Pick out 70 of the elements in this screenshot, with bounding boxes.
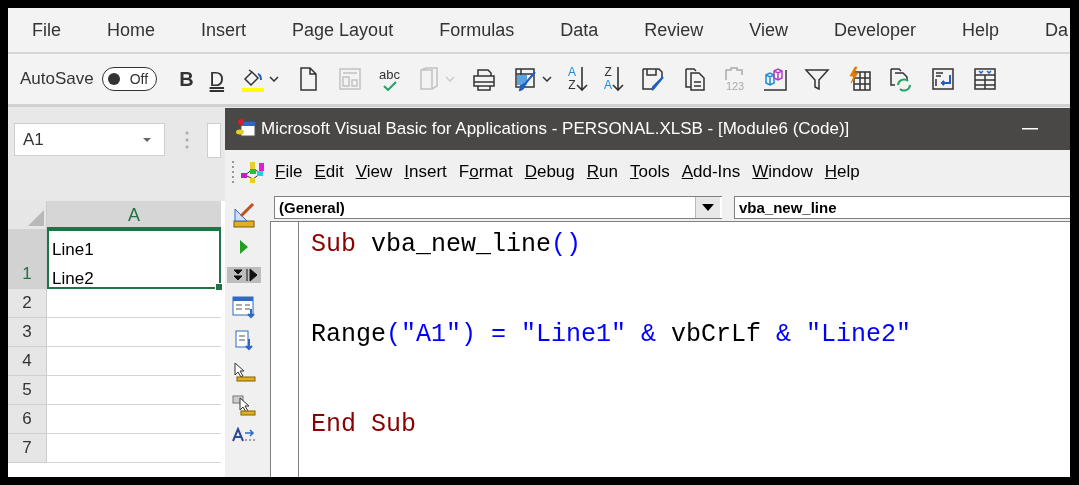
- run-icon[interactable]: [237, 239, 250, 255]
- autosave-label: AutoSave: [20, 69, 94, 89]
- printer-icon: [471, 66, 498, 92]
- code-line: Range("A1") = "Line1" & vbCrLf & "Line2": [311, 320, 912, 351]
- indent-arrow-icon[interactable]: [230, 427, 257, 443]
- dropdown-arrow-icon: [702, 203, 714, 211]
- row-header[interactable]: 6: [8, 405, 47, 434]
- ribbon-tab[interactable]: Formulas: [439, 19, 515, 41]
- design-ruler-icon[interactable]: [230, 201, 257, 229]
- bold-tool-button[interactable]: B: [171, 61, 202, 97]
- ribbon-tab[interactable]: Developer: [833, 19, 916, 41]
- check-mark-icon: [380, 80, 399, 91]
- ribbon-tab[interactable]: Help: [962, 19, 999, 41]
- ribbon-tab[interactable]: Home: [107, 19, 156, 41]
- caret-icon: [142, 136, 152, 143]
- ribbon-tab[interactable]: View: [749, 19, 788, 41]
- paint-bucket-icon: [240, 66, 267, 92]
- menu-item[interactable]: Tools: [630, 161, 670, 182]
- ribbon-tab[interactable]: Review: [644, 19, 704, 41]
- menu-item[interactable]: Help: [824, 161, 860, 182]
- table-icon: [972, 66, 999, 92]
- menu-item[interactable]: File: [275, 161, 303, 182]
- row-header[interactable]: 5: [8, 376, 47, 405]
- object-dropdown[interactable]: (General): [274, 195, 722, 219]
- ribbon-tab[interactable]: Data: [560, 19, 599, 41]
- pointer-ruler-icon[interactable]: [230, 393, 257, 417]
- corner-triangle-icon: [28, 210, 44, 226]
- row-header[interactable]: 1: [8, 229, 47, 289]
- name-box[interactable]: A1: [14, 123, 165, 156]
- ribbon-tab[interactable]: Page Layout: [292, 19, 394, 41]
- grip-icon: [231, 159, 235, 184]
- cell[interactable]: Line1 Line2: [47, 229, 221, 289]
- menu-item[interactable]: Edit: [314, 161, 344, 182]
- cubes-icon: [762, 66, 789, 92]
- menu-item[interactable]: Window: [752, 161, 813, 182]
- page-layout-icon: [337, 66, 364, 92]
- menu-item[interactable]: Debug: [524, 161, 575, 182]
- filter-icon: [804, 66, 831, 92]
- menu-item[interactable]: Run: [586, 161, 618, 182]
- menu-item[interactable]: Add-Ins: [681, 161, 741, 182]
- down-arrow-icon: [576, 66, 589, 92]
- spelling-tool-button[interactable]: abc: [371, 61, 409, 97]
- list-icon[interactable]: [230, 295, 257, 319]
- app-icon: [235, 118, 257, 140]
- underline-tool-button[interactable]: D: [201, 61, 233, 97]
- menu-item[interactable]: Insert: [404, 161, 447, 182]
- grip-icon: [185, 130, 189, 150]
- code-editor[interactable]: Sub vba_new_line() Range("A1") = "Line1" & vbCrLf & "Line2" End Sub: [270, 221, 1070, 477]
- menu-item[interactable]: Format: [458, 161, 513, 182]
- code-line: Sub vba_new_line(): [311, 230, 583, 261]
- toolbar-toggle-icon[interactable]: [226, 267, 261, 283]
- row-header[interactable]: 3: [8, 318, 47, 347]
- sortza-tool-button[interactable]: Z A: [596, 61, 633, 97]
- window-title: Microsoft Visual Basic for Applications - PERSONAL.XLSB - [Module6 (Code)]: [261, 119, 850, 139]
- row-header[interactable]: 2: [8, 289, 47, 318]
- row-header[interactable]: 4: [8, 347, 47, 376]
- code-line: End Sub: [311, 410, 418, 441]
- save-pencil-icon: [640, 66, 667, 92]
- ribbon-tab[interactable]: Da: [1045, 19, 1069, 41]
- lightning-table-icon: [846, 66, 873, 92]
- document-arrow-icon[interactable]: [232, 329, 255, 351]
- ribbon-tab[interactable]: File: [32, 19, 61, 41]
- procedure-dropdown[interactable]: vba_new_line: [734, 195, 1070, 219]
- ribbon-tab[interactable]: Insert: [201, 19, 247, 41]
- sortaz-tool-button[interactable]: A Z: [560, 61, 597, 97]
- column-header[interactable]: A: [47, 201, 221, 229]
- menu-item[interactable]: View: [355, 161, 393, 182]
- autosave-toggle[interactable]: Off: [101, 67, 158, 91]
- row-header[interactable]: 7: [8, 434, 47, 463]
- down-arrow-icon: [612, 66, 625, 92]
